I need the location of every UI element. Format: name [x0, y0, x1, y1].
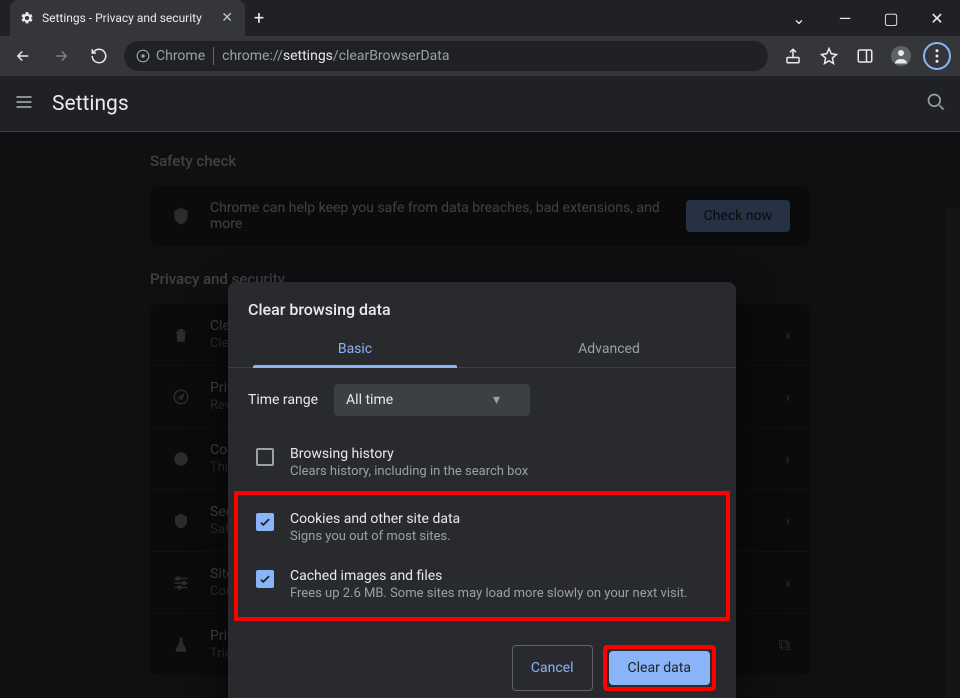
- site-info-icon[interactable]: Chrome: [136, 48, 205, 64]
- settings-header: Settings: [0, 76, 960, 132]
- dialog-tabs: Basic Advanced: [228, 331, 736, 368]
- url-text: chrome://settings/clearBrowserData: [222, 48, 449, 64]
- tab-close-icon[interactable]: ✕: [219, 10, 235, 26]
- titlebar: Settings - Privacy and security ✕ + ⌄ — …: [0, 0, 960, 36]
- address-bar[interactable]: Chrome chrome://settings/clearBrowserDat…: [124, 41, 768, 71]
- minimize-button[interactable]: —: [822, 0, 868, 36]
- new-tab-button[interactable]: +: [245, 0, 273, 36]
- close-window-button[interactable]: ✕: [914, 0, 960, 36]
- cancel-button[interactable]: Cancel: [512, 645, 593, 691]
- clear-data-button[interactable]: Clear data: [609, 651, 710, 685]
- time-range-value: All time: [346, 392, 393, 408]
- share-icon[interactable]: [776, 39, 810, 73]
- site-chip-label: Chrome: [156, 48, 205, 64]
- reload-button[interactable]: [82, 39, 116, 73]
- checkbox-cookies[interactable]: [256, 513, 274, 531]
- tab-title: Settings - Privacy and security: [42, 11, 211, 25]
- dialog-body: Time range All time ▾ Browsing history C…: [228, 368, 736, 629]
- annotation-highlight: Cookies and other site data Signs you ou…: [234, 491, 730, 621]
- clear-browsing-data-dialog: Clear browsing data Basic Advanced Time …: [228, 282, 736, 698]
- menu-icon[interactable]: [14, 92, 34, 116]
- check-browsing-history[interactable]: Browsing history Clears history, includi…: [248, 434, 716, 491]
- tab-basic[interactable]: Basic: [228, 331, 482, 367]
- browser-tab[interactable]: Settings - Privacy and security ✕: [10, 0, 245, 36]
- dialog-title: Clear browsing data: [228, 282, 736, 331]
- more-menu-button[interactable]: [920, 39, 954, 73]
- time-range-row: Time range All time ▾: [248, 384, 716, 416]
- checkbox-browsing-history[interactable]: [256, 448, 274, 466]
- back-button[interactable]: [6, 39, 40, 73]
- caret-down-icon: ▾: [493, 392, 500, 408]
- tab-favicon-gear-icon: [20, 11, 34, 25]
- browser-toolbar: Chrome chrome://settings/clearBrowserDat…: [0, 36, 960, 76]
- check-cookies[interactable]: Cookies and other site data Signs you ou…: [248, 499, 716, 556]
- search-icon[interactable]: [926, 92, 946, 116]
- annotation-highlight-button: Clear data: [603, 645, 716, 691]
- forward-button[interactable]: [44, 39, 78, 73]
- checkbox-cached[interactable]: [256, 570, 274, 588]
- tab-search-caret-icon[interactable]: ⌄: [776, 0, 822, 36]
- toolbar-actions: [776, 39, 954, 73]
- dialog-footer: Cancel Clear data: [228, 629, 736, 698]
- window-controls: ⌄ — ▢ ✕: [776, 0, 960, 36]
- bookmark-icon[interactable]: [812, 39, 846, 73]
- maximize-button[interactable]: ▢: [868, 0, 914, 36]
- time-range-label: Time range: [248, 392, 318, 408]
- profile-avatar[interactable]: [884, 39, 918, 73]
- content-area: Safety check Chrome can help keep you sa…: [0, 132, 960, 698]
- page-title: Settings: [52, 92, 129, 116]
- checklist: Browsing history Clears history, includi…: [248, 434, 716, 621]
- time-range-select[interactable]: All time ▾: [334, 384, 530, 416]
- tab-advanced[interactable]: Advanced: [482, 331, 736, 367]
- check-cached[interactable]: Cached images and files Frees up 2.6 MB.…: [248, 556, 716, 613]
- sidepanel-icon[interactable]: [848, 39, 882, 73]
- omnibox-divider: [213, 47, 214, 65]
